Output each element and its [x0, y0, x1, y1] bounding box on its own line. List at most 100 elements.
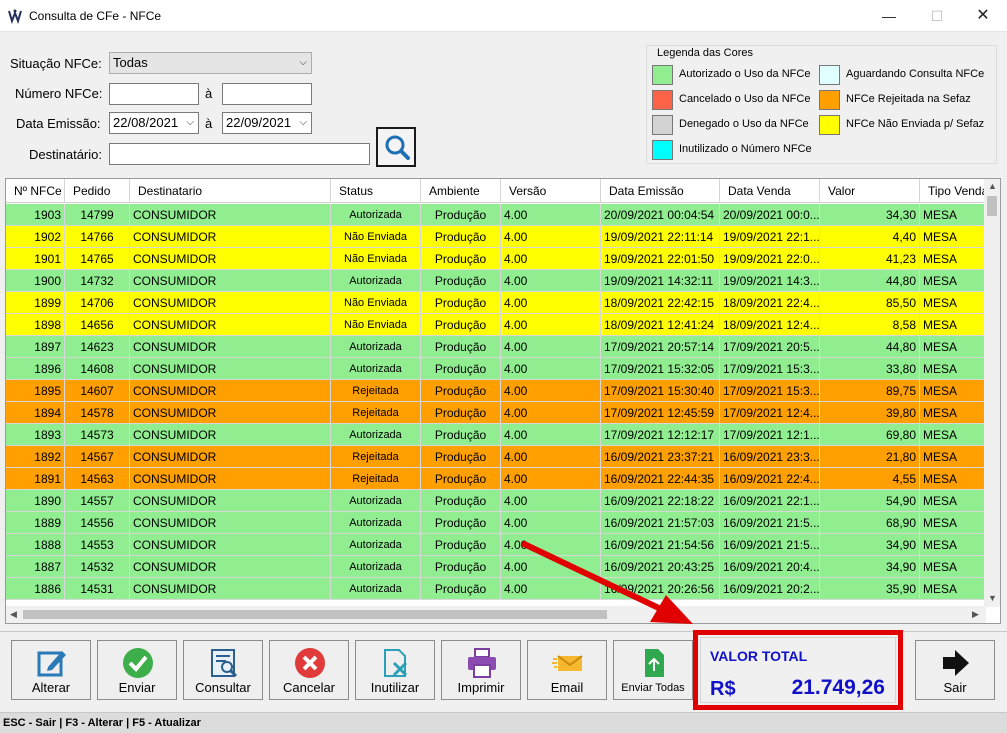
- table-row[interactable]: 1896 14608 CONSUMIDOR Autorizada Produção 4.0…: [6, 358, 986, 380]
- cell-tipo: MESA: [920, 402, 986, 424]
- table-row[interactable]: 1892 14567 CONSUMIDOR Rejeitada Produção 4.00…: [6, 446, 986, 468]
- column-header-nfce[interactable]: Nº NFCe: [6, 179, 65, 203]
- cancel-icon: [295, 648, 325, 678]
- table-row[interactable]: 1890 14557 CONSUMIDOR Autorizada Produção 4.0…: [6, 490, 986, 512]
- cell-dest: CONSUMIDOR: [130, 226, 331, 248]
- table-row[interactable]: 1895 14607 CONSUMIDOR Rejeitada Produção 4.00…: [6, 380, 986, 402]
- table-row[interactable]: 1888 14553 CONSUMIDOR Autorizada Produção 4.0…: [6, 534, 986, 556]
- cell-venda: 18/09/2021 22:4...: [720, 292, 820, 314]
- inutilizar-button[interactable]: Inutilizar: [355, 640, 435, 700]
- table-row[interactable]: 1894 14578 CONSUMIDOR Rejeitada Produção 4.00…: [6, 402, 986, 424]
- cell-venda: 16/09/2021 23:3...: [720, 446, 820, 468]
- table-row[interactable]: 1889 14556 CONSUMIDOR Autorizada Produção 4.0…: [6, 512, 986, 534]
- cell-status: Autorizada: [331, 490, 421, 512]
- cell-valor: 44,80: [820, 336, 920, 358]
- cell-venda: 19/09/2021 22:1...: [720, 226, 820, 248]
- table-row[interactable]: 1886 14531 CONSUMIDOR Autorizada Produção 4.0…: [6, 578, 986, 600]
- chevron-down-icon: ⌵: [299, 117, 307, 128]
- legend-label: Denegado o Uso da NFCe: [679, 118, 809, 130]
- numero-to-input[interactable]: [222, 83, 312, 105]
- table-row[interactable]: 1897 14623 CONSUMIDOR Autorizada Produção 4.0…: [6, 336, 986, 358]
- legend-swatch: [652, 90, 673, 110]
- alterar-label: Alterar: [31, 680, 71, 695]
- cell-versao: 4.00: [501, 468, 601, 490]
- cell-nfce: 1903: [6, 204, 65, 226]
- sair-button[interactable]: Sair: [915, 640, 995, 700]
- cell-nfce: 1892: [6, 446, 65, 468]
- horizontal-scrollbar[interactable]: ◀ ▶: [6, 606, 986, 623]
- cell-status: Não Enviada: [331, 226, 421, 248]
- consultar-button[interactable]: Consultar: [183, 640, 263, 700]
- valor-total-panel: VALOR TOTAL R$ 21.749,26: [693, 630, 903, 710]
- enviar-todas-button[interactable]: Enviar Todas: [613, 640, 693, 700]
- vertical-scroll-thumb[interactable]: [987, 196, 997, 216]
- column-header-venda[interactable]: Data Venda: [720, 179, 820, 203]
- column-header-pedido[interactable]: Pedido: [65, 179, 130, 203]
- horizontal-scroll-thumb[interactable]: [23, 610, 607, 619]
- cell-valor: 4,40: [820, 226, 920, 248]
- cell-pedido: 14607: [65, 380, 130, 402]
- printer-icon: [468, 648, 496, 678]
- table-row[interactable]: 1901 14765 CONSUMIDOR Não Enviada Produção 4.…: [6, 248, 986, 270]
- numero-from-input[interactable]: [109, 83, 199, 105]
- nfce-grid[interactable]: Nº NFCe Pedido Destinatario Status Ambiente V…: [5, 178, 1001, 624]
- cell-tipo: MESA: [920, 490, 986, 512]
- cell-nfce: 1897: [6, 336, 65, 358]
- search-button[interactable]: [376, 127, 416, 167]
- table-row[interactable]: 1900 14732 CONSUMIDOR Autorizada Produção 4.0…: [6, 270, 986, 292]
- cell-versao: 4.00: [501, 556, 601, 578]
- table-row[interactable]: 1891 14563 CONSUMIDOR Rejeitada Produção 4.00…: [6, 468, 986, 490]
- situacao-select[interactable]: Todas ⌵: [109, 52, 312, 74]
- imprimir-button[interactable]: Imprimir: [441, 640, 521, 700]
- cell-versao: 4.00: [501, 358, 601, 380]
- maximize-button[interactable]: ☐: [914, 0, 960, 32]
- cell-tipo: MESA: [920, 204, 986, 226]
- cancelar-button[interactable]: Cancelar: [269, 640, 349, 700]
- vertical-scrollbar[interactable]: ▲ ▼: [984, 179, 1000, 607]
- cell-emissao: 18/09/2021 22:42:15: [601, 292, 720, 314]
- table-row[interactable]: 1887 14532 CONSUMIDOR Autorizada Produção 4.0…: [6, 556, 986, 578]
- column-header-ambiente[interactable]: Ambiente: [421, 179, 501, 203]
- cell-versao: 4.00: [501, 534, 601, 556]
- cell-pedido: 14553: [65, 534, 130, 556]
- inutilizar-label: Inutilizar: [370, 680, 420, 695]
- cell-venda: 16/09/2021 21:5...: [720, 512, 820, 534]
- table-row[interactable]: 1903 14799 CONSUMIDOR Autorizada Produção 4.0…: [6, 204, 986, 226]
- cell-venda: 19/09/2021 22:0...: [720, 248, 820, 270]
- column-header-emissao[interactable]: Data Emissão: [601, 179, 720, 203]
- scroll-left-icon[interactable]: ◀: [10, 609, 17, 620]
- table-row[interactable]: 1898 14656 CONSUMIDOR Não Enviada Produção 4.…: [6, 314, 986, 336]
- data-to-value: 22/09/2021: [226, 115, 292, 130]
- data-from-picker[interactable]: 22/08/2021 ⌵: [109, 112, 199, 134]
- scroll-up-icon[interactable]: ▲: [988, 181, 997, 191]
- enviar-button[interactable]: Enviar: [97, 640, 177, 700]
- scroll-down-icon[interactable]: ▼: [988, 593, 997, 603]
- column-header-status[interactable]: Status: [331, 179, 421, 203]
- table-row[interactable]: 1899 14706 CONSUMIDOR Não Enviada Produção 4.…: [6, 292, 986, 314]
- cell-dest: CONSUMIDOR: [130, 204, 331, 226]
- column-header-tipo[interactable]: Tipo Venda: [920, 179, 986, 203]
- column-header-dest[interactable]: Destinatario: [130, 179, 331, 203]
- cell-valor: 21,80: [820, 446, 920, 468]
- situacao-label: Situação NFCe:: [10, 56, 102, 71]
- email-button[interactable]: Email: [527, 640, 607, 700]
- cell-versao: 4.00: [501, 446, 601, 468]
- cell-pedido: 14557: [65, 490, 130, 512]
- cell-emissao: 18/09/2021 12:41:24: [601, 314, 720, 336]
- table-row[interactable]: 1893 14573 CONSUMIDOR Autorizada Produção 4.0…: [6, 424, 986, 446]
- close-button[interactable]: ✕: [960, 0, 1006, 32]
- cell-status: Rejeitada: [331, 402, 421, 424]
- scroll-right-icon[interactable]: ▶: [972, 609, 979, 620]
- destinatario-input[interactable]: [109, 143, 370, 165]
- cell-ambiente: Produção: [421, 380, 501, 402]
- cell-venda: 18/09/2021 12:4...: [720, 314, 820, 336]
- cell-emissao: 16/09/2021 23:37:21: [601, 446, 720, 468]
- column-header-valor[interactable]: Valor: [820, 179, 920, 203]
- alterar-button[interactable]: Alterar: [11, 640, 91, 700]
- table-row[interactable]: 1902 14766 CONSUMIDOR Não Enviada Produção 4.…: [6, 226, 986, 248]
- data-to-picker[interactable]: 22/09/2021 ⌵: [222, 112, 312, 134]
- minimize-button[interactable]: —: [866, 0, 912, 32]
- email-icon: [552, 655, 583, 671]
- column-header-versao[interactable]: Versão: [501, 179, 601, 203]
- cell-pedido: 14766: [65, 226, 130, 248]
